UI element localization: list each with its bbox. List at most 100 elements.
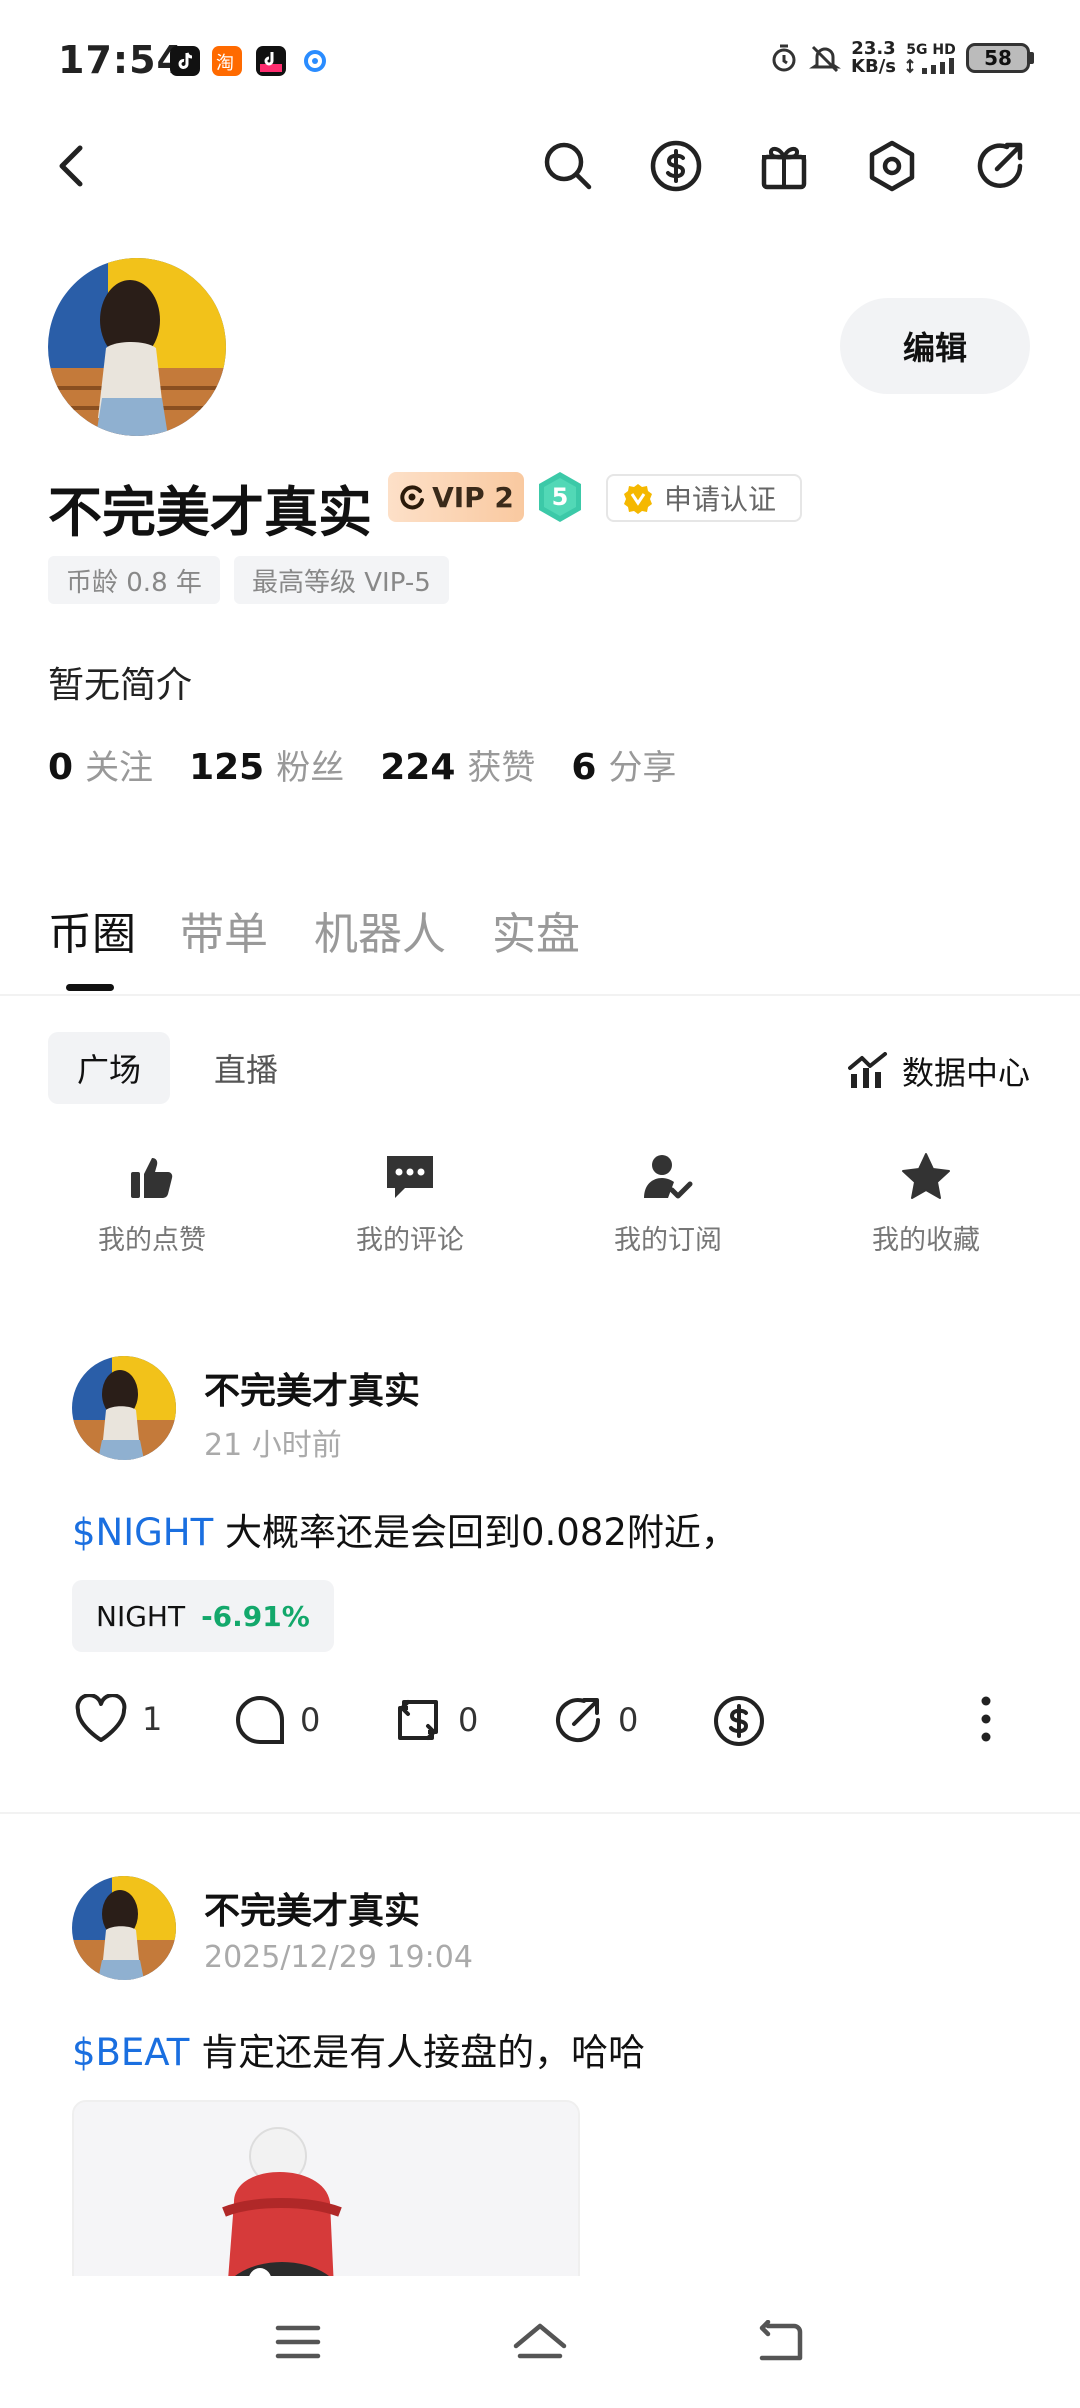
- home-icon: [513, 2323, 567, 2359]
- following-count[interactable]: 0: [48, 747, 73, 788]
- profile-stats: 0 关注 125 粉丝 224 获赞 6 分享: [48, 740, 712, 789]
- nav-home-button[interactable]: [500, 2310, 580, 2374]
- chart-icon: [847, 1052, 887, 1088]
- post-text: $BEAT 肯定还是有人接盘的，哈哈: [72, 2022, 645, 2076]
- dollar-coin-icon: [714, 1696, 764, 1746]
- vip-logo-icon: [400, 485, 425, 510]
- browser-app-icon: [300, 46, 330, 76]
- subscribe-user-icon: [644, 1155, 693, 1199]
- search-icon: [544, 142, 592, 190]
- vip-label: VIP 2: [432, 480, 514, 514]
- level-badge[interactable]: 5: [536, 470, 584, 524]
- subtab-live[interactable]: 直播: [196, 1032, 296, 1104]
- alarm-icon: [772, 44, 796, 72]
- followers-label[interactable]: 粉丝: [276, 740, 344, 789]
- tabs-divider: [0, 994, 1080, 996]
- post-avatar[interactable]: [72, 1876, 176, 1980]
- share-post-button[interactable]: 0: [552, 1694, 638, 1746]
- coin-age-tag: 币龄 0.8 年: [48, 556, 220, 604]
- status-indicators: 23.3 KB/s 5G HD 58: [769, 40, 1034, 76]
- more-options-button[interactable]: [978, 1694, 994, 1744]
- repost-count: 0: [458, 1701, 479, 1739]
- post-text: $NIGHT 大概率还是会回到0.082附近，: [72, 1502, 738, 1556]
- edit-profile-button[interactable]: 编辑: [840, 298, 1030, 394]
- nav-back-button[interactable]: [740, 2310, 820, 2374]
- my-comments-action[interactable]: 我的评论: [300, 1152, 520, 1257]
- likes-label: 获赞: [467, 748, 536, 788]
- gift-icon: [761, 146, 807, 190]
- post-time: 21 小时前: [204, 1428, 342, 1463]
- repost-icon: [398, 1700, 438, 1740]
- search-button[interactable]: [536, 134, 600, 198]
- comment-bubble-icon: [236, 1695, 284, 1744]
- my-favorites-action[interactable]: 我的收藏: [816, 1152, 1036, 1257]
- post-ticker-link[interactable]: $BEAT: [72, 2031, 189, 2074]
- share-arrow-icon: [556, 1698, 601, 1743]
- signal-bars-icon: [906, 58, 954, 74]
- post-avatar[interactable]: [72, 1356, 176, 1460]
- data-center-link[interactable]: 数据中心: [847, 1048, 1030, 1094]
- post-ticker-link[interactable]: $NIGHT: [72, 1511, 213, 1554]
- my-likes-action[interactable]: 我的点赞: [42, 1152, 262, 1257]
- subtab-square[interactable]: 广场: [48, 1032, 170, 1104]
- tiktok-app-icon: [170, 46, 200, 76]
- post-body: 肯定还是有人接盘的，哈哈: [189, 2031, 646, 2074]
- settings-hex-icon: [869, 140, 915, 192]
- more-vertical-icon: [981, 1696, 991, 1742]
- comment-count: 0: [300, 1701, 321, 1739]
- post-author[interactable]: 不完美才真实: [204, 1362, 420, 1414]
- network-indicator: 5G HD: [906, 42, 956, 74]
- active-tab-indicator: [66, 984, 114, 991]
- tab-bots[interactable]: 机器人: [314, 898, 446, 962]
- battery-indicator: 58: [966, 43, 1034, 73]
- tab-copy-trading[interactable]: 带单: [180, 898, 268, 962]
- verify-label: 申请认证: [664, 483, 777, 516]
- svg-text:淘: 淘: [216, 53, 234, 74]
- comment-button[interactable]: 0: [234, 1694, 320, 1746]
- profile-bio: 暂无简介: [48, 665, 193, 706]
- settings-button[interactable]: [860, 134, 924, 198]
- token-change: -6.91%: [201, 1599, 310, 1633]
- tab-crypto-circle[interactable]: 币圈: [48, 898, 136, 962]
- share-button[interactable]: [968, 134, 1032, 198]
- data-center-label: 数据中心: [901, 1054, 1030, 1092]
- shares-count: 6: [571, 747, 597, 788]
- followers-count[interactable]: 125: [189, 747, 264, 788]
- token-symbol: NIGHT: [96, 1599, 186, 1633]
- like-count: 1: [142, 1700, 163, 1738]
- level-number: 5: [552, 483, 569, 511]
- max-level-tag: 最高等级 VIP-5: [234, 556, 449, 604]
- following-label[interactable]: 关注: [85, 740, 153, 789]
- post-divider: [0, 1812, 1080, 1814]
- verified-badge-icon: [624, 484, 652, 514]
- my-subscriptions-action[interactable]: 我的订阅: [558, 1152, 778, 1257]
- chevron-left-icon: [59, 145, 83, 187]
- tab-live-trading[interactable]: 实盘: [492, 898, 580, 962]
- like-button[interactable]: 1: [74, 1694, 162, 1744]
- back-button[interactable]: [40, 134, 104, 198]
- dollar-coin-icon: [650, 140, 702, 192]
- post-author[interactable]: 不完美才真实: [204, 1882, 420, 1934]
- tip-post-button[interactable]: [712, 1694, 766, 1748]
- post-time: 2025/12/29 19:04: [204, 1940, 473, 1975]
- taobao-app-icon: 淘: [212, 46, 242, 76]
- profile-avatar[interactable]: [48, 258, 226, 436]
- comment-icon: [387, 1156, 433, 1198]
- share-count: 0: [618, 1701, 639, 1739]
- repost-button[interactable]: 0: [392, 1694, 478, 1746]
- likes-count: 224: [380, 747, 456, 788]
- nav-menu-button[interactable]: [258, 2310, 338, 2374]
- thumbs-up-icon: [131, 1158, 173, 1198]
- vip-badge[interactable]: VIP 2: [388, 472, 524, 522]
- gift-button[interactable]: [752, 134, 816, 198]
- mute-bell-icon: [809, 45, 841, 73]
- status-time: 17:54: [58, 38, 184, 82]
- network-speed: 23.3 KB/s: [851, 38, 896, 77]
- douyin-lite-app-icon: [256, 46, 286, 76]
- back-icon: [759, 2320, 803, 2361]
- post-body: 大概率还是会回到0.082附近，: [213, 1511, 738, 1554]
- tip-button[interactable]: [644, 134, 708, 198]
- heart-icon: [75, 1694, 127, 1742]
- token-chip[interactable]: NIGHT -6.91%: [72, 1580, 334, 1652]
- apply-verify-button[interactable]: 申请认证: [606, 474, 802, 522]
